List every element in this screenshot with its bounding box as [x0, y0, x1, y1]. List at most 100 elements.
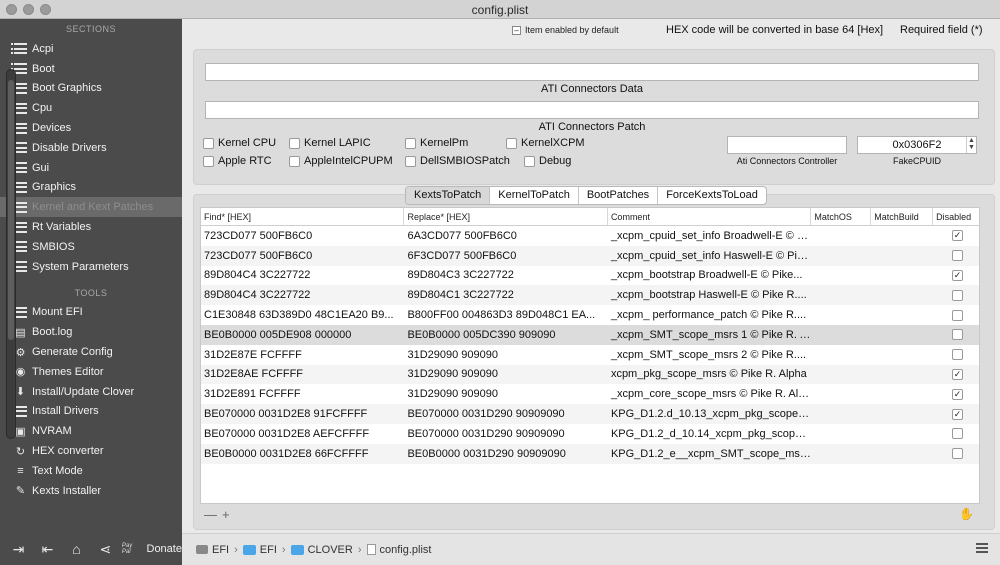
cell-replace[interactable]: BE070000 0031D290 90909090	[404, 408, 607, 420]
add-row-button[interactable]: +	[222, 507, 230, 522]
cell-comment[interactable]: _xcpm_core_scope_msrs © Pike R. Alp...	[608, 388, 811, 400]
remove-row-button[interactable]: —	[204, 507, 217, 522]
sidebar-item-text-mode[interactable]: ≡ Text Mode	[0, 461, 182, 481]
sidebar-item-gui[interactable]: Gui	[0, 158, 182, 178]
cell-find[interactable]: 31D2E891 FCFFFF	[201, 388, 404, 400]
cell-comment[interactable]: _xcpm_ performance_patch © Pike R....	[608, 309, 811, 321]
sidebar-item-disable-drivers[interactable]: Disable Drivers	[0, 138, 182, 158]
cell-replace[interactable]: BE070000 0031D290 90909090	[404, 428, 607, 440]
sidebar-item-kernel-and-kext-patches[interactable]: Kernel and Kext Patches	[0, 197, 182, 218]
table-row[interactable]: BE070000 0031D2E8 91FCFFFF BE070000 0031D…	[201, 404, 979, 424]
table-row[interactable]: 89D804C4 3C227722 89D804C3 3C227722 _xcpm_…	[201, 266, 979, 286]
hamburger-menu-icon[interactable]	[976, 543, 988, 555]
sidebar-item-nvram[interactable]: ▣ NVRAM	[0, 421, 182, 441]
cell-replace[interactable]: 31D29090 909090	[404, 388, 607, 400]
sidebar-item-install-drivers[interactable]: Install Drivers	[0, 402, 182, 422]
cell-find[interactable]: C1E30848 63D389D0 48C1EA20 B9...	[201, 309, 404, 321]
cell-find[interactable]: 723CD077 500FB6C0	[201, 230, 404, 242]
sidebar-scroll-thumb[interactable]	[8, 80, 14, 340]
sidebar-item-graphics[interactable]: Graphics	[0, 178, 182, 198]
disabled-checkbox[interactable]	[952, 309, 964, 321]
table-row[interactable]: 31D2E87E FCFFFF 31D29090 909090 _xcpm_SMT_…	[201, 345, 979, 365]
disabled-checkbox[interactable]: ✓	[952, 408, 964, 420]
disabled-checkbox[interactable]	[952, 289, 964, 301]
disabled-checkbox[interactable]: ✓	[952, 230, 964, 242]
cell-find[interactable]: BE0B0000 0031D2E8 66FCFFFF	[201, 448, 404, 460]
sidebar-item-rt-variables[interactable]: Rt Variables	[0, 217, 182, 237]
sidebar-item-smbios[interactable]: SMBIOS	[0, 237, 182, 257]
disabled-checkbox[interactable]: ✓	[952, 269, 964, 281]
export-icon[interactable]: ⇤	[33, 541, 62, 558]
dellsmbiospatch-checkbox[interactable]: DellSMBIOSPatch	[405, 155, 510, 167]
cell-find[interactable]: 89D804C4 3C227722	[201, 269, 404, 281]
cell-find[interactable]: BE070000 0031D2E8 91FCFFFF	[201, 408, 404, 420]
cell-comment[interactable]: KPG_D1.2_e__xcpm_SMT_scope_msrs 1	[608, 448, 811, 460]
cell-replace[interactable]: 6F3CD077 500FB6C0	[404, 250, 607, 262]
kernel-lapic-checkbox[interactable]: Kernel LAPIC	[289, 137, 371, 149]
sidebar-item-acpi[interactable]: Acpi	[0, 39, 182, 59]
apple-rtc-checkbox[interactable]: Apple RTC	[203, 155, 272, 167]
cell-comment[interactable]: _xcpm_SMT_scope_msrs 1 © Pike R. A...	[608, 329, 811, 341]
share-icon[interactable]: ⋖	[91, 541, 120, 558]
column-header-find[interactable]: Find* [HEX]	[201, 208, 405, 225]
disabled-checkbox[interactable]	[952, 349, 964, 361]
cell-replace[interactable]: BE0B0000 005DC390 909090	[404, 329, 607, 341]
table-row[interactable]: BE070000 0031D2E8 AEFCFFFF BE070000 0031D…	[201, 424, 979, 444]
cell-replace[interactable]: BE0B0000 0031D290 90909090	[404, 448, 607, 460]
sidebar-item-themes-editor[interactable]: ◉ Themes Editor	[0, 362, 182, 382]
cell-replace[interactable]: B800FF00 004863D3 89D048C1 EA...	[404, 309, 607, 321]
table-row[interactable]: C1E30848 63D389D0 48C1EA20 B9... B800FF00…	[201, 305, 979, 325]
kernel-cpu-checkbox[interactable]: Kernel CPU	[203, 137, 276, 149]
sidebar-item-generate-config[interactable]: ⚙ Generate Config	[0, 342, 182, 362]
column-header-replace[interactable]: Replace* [HEX]	[404, 208, 608, 225]
cell-comment[interactable]: KPG_D1.2.d_10.13_xcpm_pkg_scope_...	[608, 408, 811, 420]
column-header-matchos[interactable]: MatchOS	[811, 208, 872, 225]
column-header-disabled[interactable]: Disabled	[933, 208, 979, 225]
table-row[interactable]: 31D2E8AE FCFFFF 31D29090 909090 xcpm_pkg_s…	[201, 364, 979, 385]
sidebar-item-install-update-clover[interactable]: ⬇ Install/Update Clover	[0, 382, 182, 402]
kernelpm-checkbox[interactable]: KernelPm	[405, 137, 468, 149]
cell-find[interactable]: BE070000 0031D2E8 AEFCFFFF	[201, 428, 404, 440]
donate-button[interactable]: Pay Pal Donate	[122, 543, 182, 555]
sidebar-item-boot-graphics[interactable]: Boot Graphics	[0, 79, 182, 99]
debug-checkbox[interactable]: Debug	[524, 155, 571, 167]
appleintelcpupm-checkbox[interactable]: AppleIntelCPUPM	[289, 155, 393, 167]
disabled-checkbox[interactable]	[952, 329, 964, 341]
cell-comment[interactable]: _xcpm_cpuid_set_info Broadwell-E © Pik..…	[608, 230, 811, 242]
kernelxcpm-checkbox[interactable]: KernelXCPM	[506, 137, 585, 149]
fake-cpuid-input[interactable]: 0x0306F2 ▲ ▼	[857, 136, 977, 154]
sidebar-item-system-parameters[interactable]: System Parameters	[0, 257, 182, 277]
ati-controller-input[interactable]	[727, 136, 847, 154]
disabled-checkbox[interactable]: ✓	[952, 368, 964, 380]
table-row[interactable]: 723CD077 500FB6C0 6A3CD077 500FB6C0 _xcpm_…	[201, 226, 979, 246]
cell-replace[interactable]: 6A3CD077 500FB6C0	[404, 230, 607, 242]
cell-comment[interactable]: _xcpm_bootstrap Broadwell-E © Pike...	[608, 269, 811, 281]
breadcrumb-efi-folder[interactable]: EFI	[260, 544, 277, 556]
sidebar-item-mount-efi[interactable]: Mount EFI	[0, 303, 182, 323]
breadcrumb-efi-volume[interactable]: EFI	[212, 544, 229, 556]
cell-comment[interactable]: xcpm_pkg_scope_msrs © Pike R. Alpha	[608, 368, 811, 380]
cell-find[interactable]: BE0B0000 005DE908 000000	[201, 329, 404, 341]
column-header-matchbuild[interactable]: MatchBuild	[871, 208, 934, 225]
resize-hand-icon[interactable]: ✋	[959, 507, 974, 521]
ati-connectors-patch-input[interactable]	[205, 101, 979, 119]
cell-comment[interactable]: _xcpm_SMT_scope_msrs 2 © Pike R....	[608, 349, 811, 361]
cell-find[interactable]: 723CD077 500FB6C0	[201, 250, 404, 262]
cell-comment[interactable]: _xcpm_cpuid_set_info Haswell-E © Pik...	[608, 250, 811, 262]
breadcrumb-config-file[interactable]: config.plist	[380, 544, 432, 556]
sidebar-item-devices[interactable]: Devices	[0, 118, 182, 138]
sidebar-scrollbar[interactable]	[6, 69, 16, 439]
table-row[interactable]: 723CD077 500FB6C0 6F3CD077 500FB6C0 _xcpm_…	[201, 245, 979, 266]
cell-replace[interactable]: 89D804C3 3C227722	[404, 269, 607, 281]
table-row[interactable]: BE0B0000 005DE908 000000 BE0B0000 005DC39…	[201, 324, 979, 345]
stepper-arrows-icon[interactable]: ▲ ▼	[966, 137, 976, 153]
cell-find[interactable]: 31D2E8AE FCFFFF	[201, 368, 404, 380]
tab-forcekextstoload[interactable]: ForceKextsToLoad	[658, 187, 766, 204]
table-row[interactable]: 89D804C4 3C227722 89D804C1 3C227722 _xcpm_…	[201, 285, 979, 306]
sidebar-item-hex-converter[interactable]: ↻ HEX converter	[0, 441, 182, 461]
sidebar-item-boot-log[interactable]: ▤ Boot.log	[0, 322, 182, 342]
disabled-checkbox[interactable]	[952, 250, 964, 262]
sidebar-item-kexts-installer[interactable]: ✎ Kexts Installer	[0, 481, 182, 501]
cell-replace[interactable]: 31D29090 909090	[404, 368, 607, 380]
cell-comment[interactable]: KPG_D1.2_d_10.14_xcpm_pkg_scope_...	[608, 428, 811, 440]
